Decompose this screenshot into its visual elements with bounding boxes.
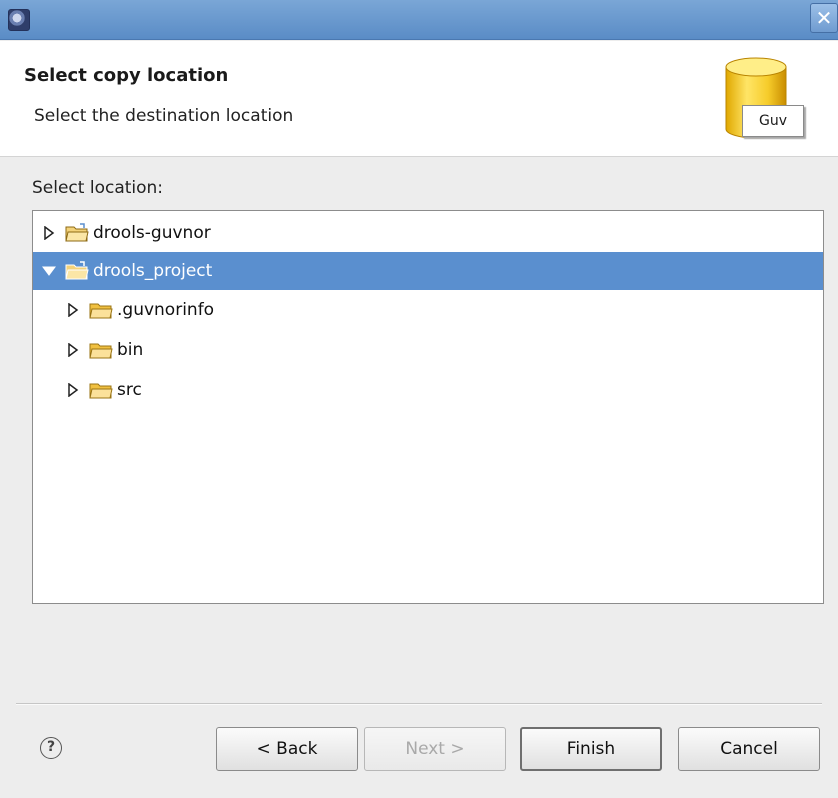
wizard-header: Select copy location Select the destinat…	[0, 41, 838, 157]
select-location-label: Select location:	[32, 178, 164, 198]
tree-item-guvnorinfo[interactable]: .guvnorinfo	[33, 291, 823, 329]
cancel-button-label: Cancel	[720, 739, 778, 759]
tree-item-label: drools-guvnor	[93, 223, 211, 243]
folder-icon	[89, 383, 113, 399]
page-title: Select copy location	[24, 65, 229, 86]
location-tree[interactable]: drools-guvnor drools_project .guvnorinfo	[32, 210, 824, 604]
expand-arrow-icon[interactable]	[65, 342, 81, 358]
page-subtitle: Select the destination location	[34, 106, 294, 126]
close-button[interactable]: ✕	[810, 3, 838, 33]
help-icon[interactable]: ?	[40, 737, 62, 759]
tree-item-src[interactable]: src	[33, 371, 823, 409]
folder-icon	[89, 303, 113, 319]
tree-item-drools-guvnor[interactable]: drools-guvnor	[33, 214, 823, 252]
project-folder-icon	[65, 223, 89, 242]
close-icon: ✕	[815, 6, 833, 30]
expand-arrow-icon[interactable]	[65, 302, 81, 318]
back-button-label: < Back	[256, 739, 318, 759]
guvnor-repository-icon	[725, 57, 787, 139]
expand-arrow-icon[interactable]	[41, 225, 57, 241]
tree-item-label: bin	[117, 340, 144, 360]
tree-item-label: .guvnorinfo	[117, 300, 215, 320]
collapse-arrow-icon[interactable]	[41, 263, 57, 279]
window-titlebar[interactable]: ✕	[0, 0, 838, 40]
finish-button[interactable]: Finish	[520, 727, 662, 771]
next-button[interactable]: Next >	[364, 727, 506, 771]
tree-item-label: drools_project	[93, 261, 213, 281]
footer-separator	[16, 703, 822, 705]
expand-arrow-icon[interactable]	[65, 382, 81, 398]
finish-button-label: Finish	[566, 739, 616, 759]
cancel-button[interactable]: Cancel	[678, 727, 820, 771]
project-folder-icon	[65, 261, 89, 280]
tree-item-label: src	[117, 380, 142, 400]
eclipse-icon[interactable]	[8, 9, 30, 31]
next-button-label: Next >	[405, 739, 465, 759]
folder-icon	[89, 343, 113, 359]
tree-item-drools-project[interactable]: drools_project	[33, 252, 823, 290]
back-button[interactable]: < Back	[216, 727, 358, 771]
tree-item-bin[interactable]: bin	[33, 331, 823, 369]
guv-label: Guv	[742, 105, 804, 137]
